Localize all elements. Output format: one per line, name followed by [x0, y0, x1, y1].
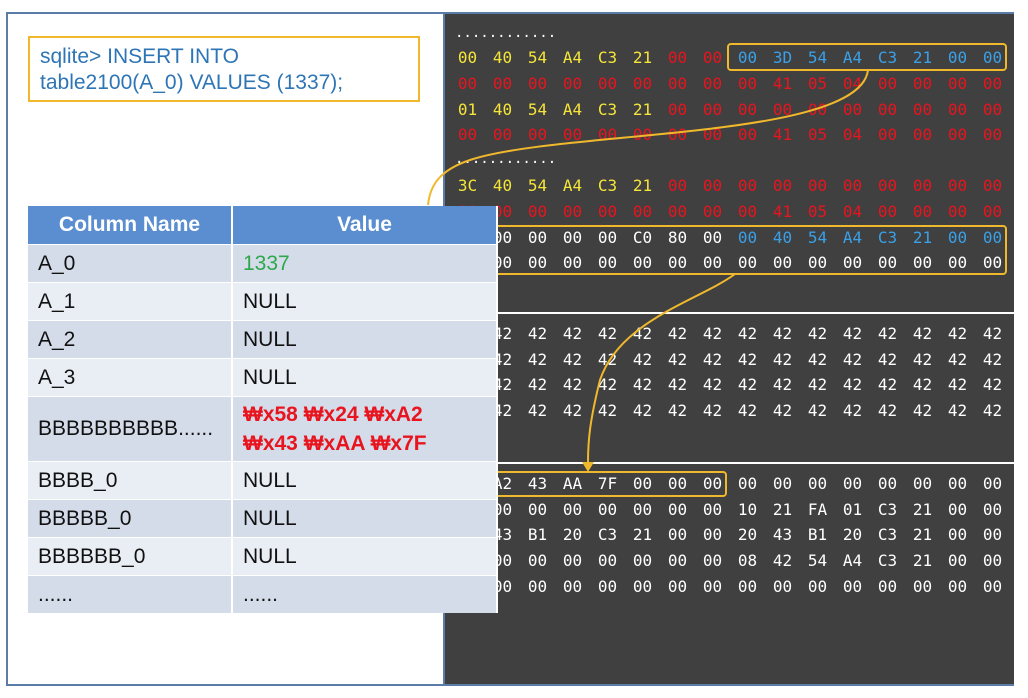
- value-cell: NULL: [232, 499, 498, 538]
- value-cell: NULL: [232, 461, 498, 500]
- table-row: A_3 NULL: [28, 358, 498, 397]
- connector-curve-1: [427, 69, 869, 206]
- column-name-cell: ......: [28, 575, 233, 613]
- table-row: A_2 NULL: [28, 320, 498, 359]
- table-row: A_0 1337: [28, 244, 498, 283]
- arrowhead: [582, 462, 594, 472]
- connector-curve-2: [587, 273, 736, 463]
- table-row: BBBBB_0 NULL: [28, 499, 498, 538]
- table-row: BBBBBB_0 NULL: [28, 537, 498, 576]
- column-name-header: Column Name: [28, 206, 233, 245]
- pointer-highlight-box: [727, 43, 1007, 71]
- value-cell: ₩x58 ₩x24 ₩xA2 ₩x43 ₩xAA ₩x7F: [232, 396, 498, 462]
- column-name-cell: BBBBBBBBBB......: [28, 396, 233, 462]
- column-name-cell: A_0: [28, 244, 233, 283]
- payload-highlight-box: [493, 471, 727, 497]
- table-row: BBBBBBBBBB...... ₩x58 ₩x24 ₩xA2 ₩x43 ₩xAA …: [28, 396, 498, 462]
- column-name-cell: BBBBBB_0: [28, 537, 233, 576]
- table-row: ............: [28, 575, 498, 613]
- column-value-table: Column Name Value A_0 1337 A_1 NULL A_2 NULL A…: [28, 206, 498, 613]
- column-name-cell: A_2: [28, 320, 233, 359]
- value-cell: ......: [232, 575, 498, 613]
- column-name-cell: BBBBB_0: [28, 499, 233, 538]
- table-body: A_0 1337 A_1 NULL A_2 NULL A_3 NULL BBBBBBBBBB..…: [28, 244, 498, 613]
- value-cell: NULL: [232, 537, 498, 576]
- record-highlight-box: [493, 225, 1007, 275]
- table-row: A_1 NULL: [28, 282, 498, 321]
- value-cell: NULL: [232, 320, 498, 359]
- value-cell: NULL: [232, 358, 498, 397]
- table-header-row: Column Name Value: [28, 206, 498, 245]
- value-cell: 1337: [232, 244, 498, 283]
- column-name-cell: A_3: [28, 358, 233, 397]
- value-cell: NULL: [232, 282, 498, 321]
- value-header: Value: [232, 206, 498, 245]
- column-name-cell: BBBB_0: [28, 461, 233, 500]
- table-row: BBBB_0 NULL: [28, 461, 498, 500]
- column-name-cell: A_1: [28, 282, 233, 321]
